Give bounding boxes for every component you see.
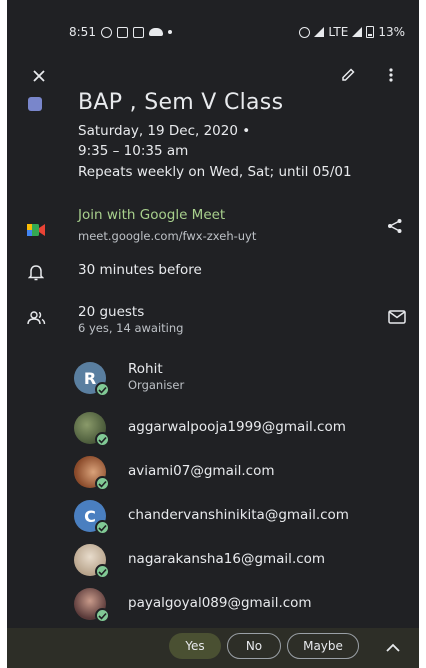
more-notifications-dot [167, 30, 172, 34]
event-date: Saturday, 19 Dec, 2020 • [78, 123, 251, 139]
notification-reminder[interactable]: 30 minutes before [78, 262, 202, 278]
event-color-swatch [28, 97, 42, 111]
edit-icon [342, 68, 355, 81]
guests-count: 20 guests [78, 304, 145, 320]
guest-item[interactable]: aggarwalpooja1999@gmail.com [72, 412, 412, 448]
close-button[interactable] [29, 66, 49, 86]
guest-name: payalgoyal089@gmail.com [128, 595, 312, 611]
avatar [74, 412, 110, 447]
guest-item[interactable]: nagarakansha16@gmail.com [72, 544, 412, 580]
guest-item[interactable]: R Rohit Organiser [72, 361, 412, 398]
battery-icon [366, 26, 375, 38]
calendar-notification-icon [116, 26, 128, 38]
check-icon [95, 382, 110, 397]
guest-item[interactable]: C chandervanshinikita@gmail.com [72, 500, 412, 536]
more-options-button[interactable] [383, 64, 399, 86]
meet-url: meet.google.com/fwx-zxeh-uyt [78, 229, 257, 243]
event-title: BAP , Sem V Class [78, 90, 284, 115]
guest-name: aviami07@gmail.com [128, 463, 275, 479]
guest-name: Rohit [128, 361, 163, 377]
rsvp-maybe-button[interactable]: Maybe [287, 633, 359, 659]
google-meet-icon [25, 219, 47, 241]
join-meet-link[interactable]: Join with Google Meet [78, 207, 225, 223]
guests-summary: 6 yes, 14 awaiting [78, 321, 184, 335]
share-button[interactable] [385, 216, 405, 236]
cloud-icon [148, 28, 163, 36]
network-type: LTE [328, 25, 349, 39]
wifi-signal-icon [314, 27, 325, 37]
rsvp-bar: Yes No Maybe [7, 628, 419, 668]
check-icon [95, 564, 110, 579]
toolbar [7, 58, 419, 94]
cell-signal-icon [352, 27, 363, 37]
guest-name: chandervanshinikita@gmail.com [128, 507, 349, 523]
avatar: R [74, 362, 110, 397]
rsvp-yes-button[interactable]: Yes [169, 633, 221, 659]
check-icon [95, 608, 110, 623]
guest-item[interactable]: aviami07@gmail.com [72, 456, 412, 492]
email-guests-button[interactable] [387, 308, 407, 326]
guest-role: Organiser [128, 378, 185, 392]
email-icon [388, 310, 406, 324]
close-icon [33, 70, 45, 82]
whatsapp-icon [100, 26, 112, 38]
message-icon [132, 26, 144, 38]
avatar [74, 456, 110, 491]
avatar [74, 544, 110, 579]
more-icon [389, 68, 393, 82]
event-recurrence: Repeats weekly on Wed, Sat; until 05/01 [78, 164, 352, 180]
calendar-event-screen: 8:51 LTE 13% BAP , Sem V Class Saturday,… [7, 0, 419, 668]
guest-name: aggarwalpooja1999@gmail.com [128, 419, 346, 435]
avatar: C [74, 500, 110, 535]
rsvp-no-button[interactable]: No [227, 633, 281, 659]
people-icon [25, 307, 47, 329]
check-icon [95, 520, 110, 535]
chevron-up-icon [386, 643, 400, 652]
guest-name: nagarakansha16@gmail.com [128, 551, 326, 567]
status-bar: 8:51 LTE 13% [7, 0, 419, 58]
guest-item[interactable]: payalgoyal089@gmail.com [72, 588, 412, 624]
event-time: 9:35 – 10:35 am [78, 143, 189, 159]
check-icon [95, 432, 110, 447]
check-icon [95, 476, 110, 491]
avatar [74, 588, 110, 623]
bell-icon [25, 261, 47, 283]
expand-rsvp-button[interactable] [385, 638, 401, 657]
edit-button[interactable] [337, 64, 359, 86]
dnd-icon [299, 26, 311, 38]
battery-level: 13% [378, 25, 405, 39]
status-time: 8:51 [69, 25, 96, 39]
share-icon [388, 219, 402, 233]
